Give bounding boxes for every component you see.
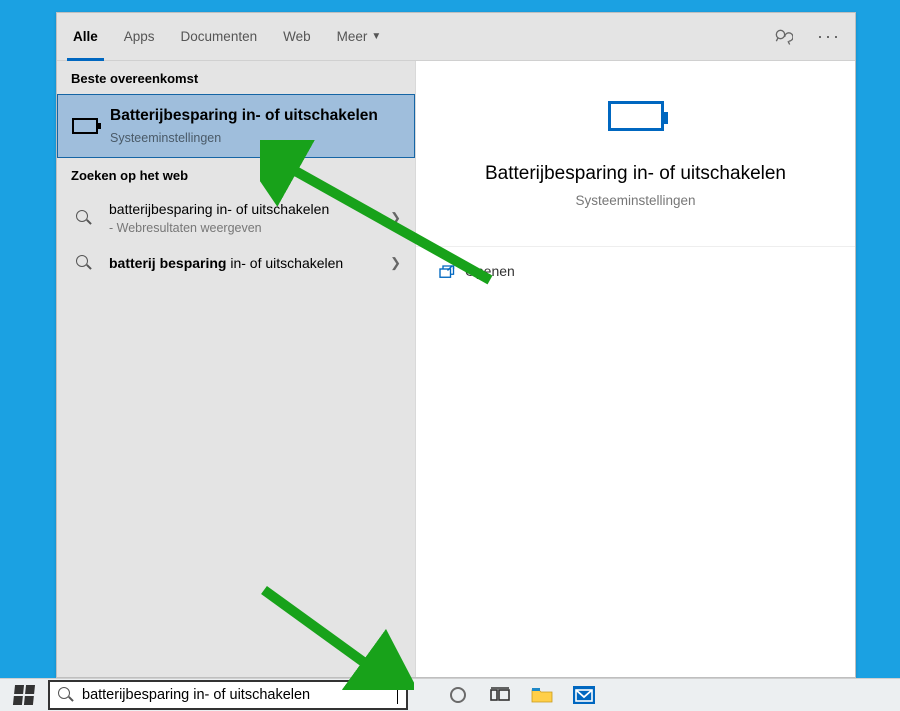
web-result-title: batterijbesparing in- of uitschakelen <box>109 201 378 217</box>
file-explorer-icon[interactable] <box>530 683 554 707</box>
search-panel: Alle Apps Documenten Web Meer ▼ ··· B <box>56 12 856 678</box>
text-caret <box>397 687 398 704</box>
mail-icon[interactable] <box>572 683 596 707</box>
preview-header: Batterijbesparing in- of uitschakelen Sy… <box>416 61 855 295</box>
tab-all[interactable]: Alle <box>69 13 102 60</box>
search-header: Alle Apps Documenten Web Meer ▼ ··· <box>57 13 855 61</box>
start-button[interactable] <box>0 679 48 711</box>
tab-apps[interactable]: Apps <box>120 13 159 60</box>
feedback-icon[interactable] <box>769 23 797 51</box>
preview-subtitle: Systeeminstellingen <box>416 193 855 208</box>
preview-pane: Batterijbesparing in- of uitschakelen Sy… <box>415 61 855 677</box>
tab-more[interactable]: Meer ▼ <box>333 13 386 60</box>
tab-web[interactable]: Web <box>279 13 315 60</box>
best-match-title: Batterijbesparing in- of uitschakelen <box>110 107 400 125</box>
chevron-right-icon: ❯ <box>390 210 401 226</box>
best-match-text: Batterijbesparing in- of uitschakelen Sy… <box>110 107 400 145</box>
web-search-label: Zoeken op het web <box>57 158 415 191</box>
taskbar-search[interactable] <box>48 680 408 710</box>
web-result-1[interactable]: batterijbesparing in- of uitschakelen - … <box>57 191 415 245</box>
best-match-label: Beste overeenkomst <box>57 61 415 94</box>
chevron-down-icon: ▼ <box>371 31 381 42</box>
preview-title: Batterijbesparing in- of uitschakelen <box>416 163 855 185</box>
chevron-right-icon: ❯ <box>390 255 401 271</box>
header-right: ··· <box>769 23 843 51</box>
cortana-icon[interactable] <box>446 683 470 707</box>
web-result-title: batterij besparing in- of uitschakelen <box>109 255 378 271</box>
battery-icon <box>72 118 98 134</box>
best-match-subtitle: Systeeminstellingen <box>110 131 400 145</box>
taskbar <box>0 678 900 711</box>
battery-large-icon <box>608 101 664 131</box>
best-match-result[interactable]: Batterijbesparing in- of uitschakelen Sy… <box>57 94 415 158</box>
preview-actions: Openen <box>416 246 855 295</box>
open-action[interactable]: Openen <box>416 247 855 295</box>
search-icon <box>58 687 74 703</box>
search-body: Beste overeenkomst Batterijbesparing in-… <box>57 61 855 677</box>
web-result-2[interactable]: batterij besparing in- of uitschakelen ❯ <box>57 245 415 281</box>
task-view-icon[interactable] <box>488 683 512 707</box>
open-icon <box>437 263 453 279</box>
windows-logo-icon <box>13 685 35 705</box>
taskbar-icons <box>446 683 596 707</box>
search-input[interactable] <box>82 687 389 703</box>
filter-tabs: Alle Apps Documenten Web Meer ▼ <box>69 13 385 60</box>
search-icon <box>71 255 97 271</box>
results-column: Beste overeenkomst Batterijbesparing in-… <box>57 61 415 677</box>
web-result-bold: batterij besparing <box>109 255 226 271</box>
list-item: batterij besparing in- of uitschakelen <box>109 255 378 271</box>
web-result-rest: in- of uitschakelen <box>226 255 343 271</box>
search-icon <box>71 210 97 226</box>
tab-more-label: Meer <box>337 29 368 44</box>
list-item: batterijbesparing in- of uitschakelen - … <box>109 201 378 235</box>
more-options-icon[interactable]: ··· <box>815 23 843 51</box>
web-result-subtitle: - Webresultaten weergeven <box>109 221 378 235</box>
open-label: Openen <box>465 263 515 279</box>
tab-documents[interactable]: Documenten <box>177 13 262 60</box>
